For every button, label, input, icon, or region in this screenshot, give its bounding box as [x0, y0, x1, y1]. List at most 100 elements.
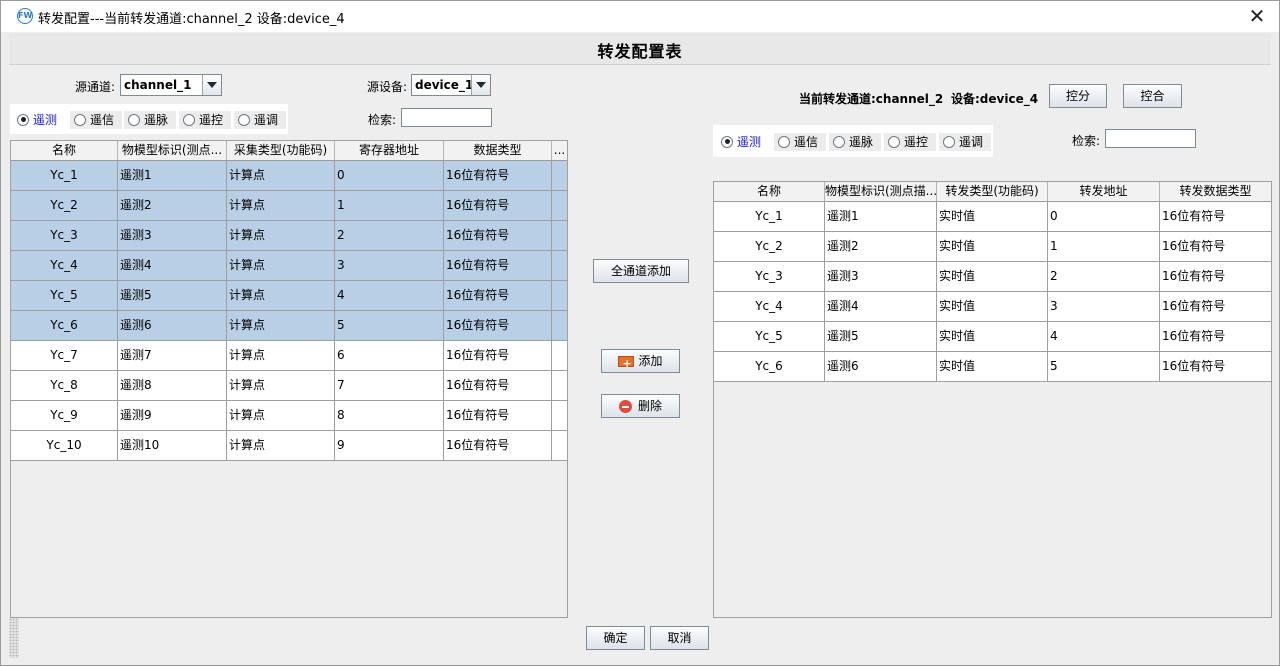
source-search-input[interactable]: [401, 108, 492, 127]
radio-label: 遥控: [904, 135, 929, 149]
add-all-channels-label: 全通道添加: [610, 264, 671, 278]
target-radio-yk[interactable]: 遥控: [884, 133, 936, 151]
table-cell-name: Yc_6: [714, 352, 825, 381]
add-icon: [618, 353, 635, 375]
source-col-collect-type[interactable]: 采集类型(功能码): [227, 141, 335, 160]
table-cell-model: 遥测3: [825, 262, 937, 291]
table-cell-name: Yc_4: [11, 251, 118, 280]
table-cell-model: 遥测8: [118, 371, 227, 400]
table-row[interactable]: Yc_5 遥测5 计算点 4 16位有符号: [11, 281, 567, 311]
radio-label: 遥脉: [144, 113, 169, 127]
source-radio-yt[interactable]: 遥调: [234, 111, 286, 129]
table-row[interactable]: Yc_3 遥测3 实时值 2 16位有符号: [714, 262, 1271, 292]
radio-unselected-icon: [778, 135, 790, 148]
table-cell-dtype: 16位有符号: [444, 281, 552, 310]
source-col-data-type[interactable]: 数据类型: [444, 141, 552, 160]
target-col-forward-type[interactable]: 转发类型(功能码): [937, 182, 1048, 201]
table-row[interactable]: Yc_8 遥测8 计算点 7 16位有符号: [11, 371, 567, 401]
table-cell-type: 实时值: [937, 202, 1048, 231]
table-row[interactable]: Yc_6 遥测6 计算点 5 16位有符号: [11, 311, 567, 341]
ok-button[interactable]: 确定: [586, 626, 645, 650]
control-split-button[interactable]: 控分: [1049, 84, 1107, 108]
title-bar: FW 转发配置---当前转发通道:channel_2 设备:device_4 ✕: [1, 1, 1279, 32]
table-cell-addr: 8: [335, 401, 444, 430]
source-channel-value: channel_1: [124, 78, 192, 92]
source-radio-yk[interactable]: 遥控: [179, 111, 231, 129]
table-row[interactable]: Yc_2 遥测2 计算点 1 16位有符号: [11, 191, 567, 221]
table-cell-addr: 2: [1048, 262, 1160, 291]
table-cell-model: 遥测6: [118, 311, 227, 340]
source-table-header: 名称 物模型标识(测点... 采集类型(功能码) 寄存器地址 数据类型 ...: [11, 141, 567, 161]
source-point-type-radio-group: 遥测 遥信 遥脉 遥控 遥调: [10, 104, 288, 134]
table-row[interactable]: Yc_2 遥测2 实时值 1 16位有符号: [714, 232, 1271, 262]
table-cell-type: 计算点: [227, 341, 335, 370]
table-row[interactable]: Yc_9 遥测9 计算点 8 16位有符号: [11, 401, 567, 431]
control-close-button[interactable]: 控合: [1123, 84, 1182, 108]
table-cell-dtype: 16位有符号: [1162, 299, 1226, 313]
target-col-model-id[interactable]: 物模型标识(测点描...: [825, 182, 937, 201]
chevron-down-icon[interactable]: [202, 75, 221, 95]
table-row[interactable]: Yc_4 遥测4 计算点 3 16位有符号: [11, 251, 567, 281]
target-radio-yt[interactable]: 遥调: [939, 133, 991, 151]
table-cell-addr: 6: [335, 341, 444, 370]
table-row[interactable]: Yc_1 遥测1 实时值 0 16位有符号: [714, 202, 1271, 232]
table-row[interactable]: Yc_10 遥测10 计算点 9 16位有符号: [11, 431, 567, 461]
cancel-button[interactable]: 取消: [650, 626, 709, 650]
table-row[interactable]: Yc_3 遥测3 计算点 2 16位有符号: [11, 221, 567, 251]
radio-label: 遥调: [959, 135, 984, 149]
table-cell-dtype: 16位有符号: [1162, 329, 1226, 343]
source-col-name[interactable]: 名称: [11, 141, 118, 160]
source-col-overflow[interactable]: ...: [552, 141, 567, 160]
table-cell-name: Yc_6: [11, 311, 118, 340]
table-cell-addr: 9: [335, 431, 444, 460]
radio-unselected-icon: [888, 135, 900, 148]
radio-unselected-icon: [74, 113, 86, 126]
table-cell-empty: [552, 431, 567, 460]
add-button[interactable]: 添加: [601, 349, 680, 375]
table-cell-addr: 1: [335, 191, 444, 220]
target-radio-ym[interactable]: 遥脉: [829, 133, 881, 151]
table-cell-name: Yc_8: [11, 371, 118, 400]
source-channel-select[interactable]: channel_1: [120, 74, 222, 96]
target-col-forward-data-type[interactable]: 转发数据类型: [1160, 182, 1271, 201]
add-all-channels-button[interactable]: 全通道添加: [593, 259, 689, 283]
footer-grip-handle[interactable]: [9, 618, 19, 658]
table-cell-model: 遥测1: [825, 202, 937, 231]
table-cell-model: 遥测4: [118, 251, 227, 280]
target-search-label: 检索:: [1072, 134, 1101, 148]
table-cell-addr: 3: [1048, 292, 1160, 321]
table-cell-type: 实时值: [937, 232, 1048, 261]
table-row[interactable]: Yc_5 遥测5 实时值 4 16位有符号: [714, 322, 1271, 352]
source-device-select[interactable]: device_1: [411, 74, 491, 96]
source-radio-yx[interactable]: 遥信: [70, 111, 122, 129]
table-cell-addr: 1: [1048, 232, 1160, 261]
table-cell-name: Yc_1: [11, 161, 118, 190]
chevron-down-icon[interactable]: [471, 75, 490, 95]
table-row[interactable]: Yc_4 遥测4 实时值 3 16位有符号: [714, 292, 1271, 322]
target-point-type-radio-group: 遥测 遥信 遥脉 遥控 遥调: [713, 125, 993, 157]
target-col-name[interactable]: 名称: [714, 182, 825, 201]
source-col-register-address[interactable]: 寄存器地址: [335, 141, 444, 160]
table-row[interactable]: Yc_6 遥测6 实时值 5 16位有符号: [714, 352, 1271, 382]
table-cell-dtype: 16位有符号: [444, 431, 552, 460]
source-radio-yc[interactable]: 遥测: [13, 111, 68, 129]
table-cell-name: Yc_4: [714, 292, 825, 321]
source-col-model-id[interactable]: 物模型标识(测点...: [118, 141, 227, 160]
table-cell-name: Yc_5: [11, 281, 118, 310]
radio-label: 遥测: [33, 113, 58, 127]
target-search-input[interactable]: [1105, 129, 1196, 148]
table-cell-dtype: 16位有符号: [444, 191, 552, 220]
radio-unselected-icon: [128, 113, 140, 126]
table-cell-dtype: 16位有符号: [1162, 239, 1226, 253]
delete-button[interactable]: 删除: [601, 394, 680, 418]
table-row[interactable]: Yc_1 遥测1 计算点 0 16位有符号: [11, 161, 567, 191]
table-row[interactable]: Yc_7 遥测7 计算点 6 16位有符号: [11, 341, 567, 371]
table-cell-model: 遥测6: [825, 352, 937, 381]
target-radio-yx[interactable]: 遥信: [774, 133, 826, 151]
target-col-forward-address[interactable]: 转发地址: [1048, 182, 1160, 201]
source-radio-ym[interactable]: 遥脉: [124, 111, 176, 129]
table-cell-model: 遥测5: [825, 322, 937, 351]
close-icon[interactable]: ✕: [1245, 4, 1269, 28]
target-radio-yc[interactable]: 遥测: [717, 133, 771, 151]
table-cell-name: Yc_5: [714, 322, 825, 351]
